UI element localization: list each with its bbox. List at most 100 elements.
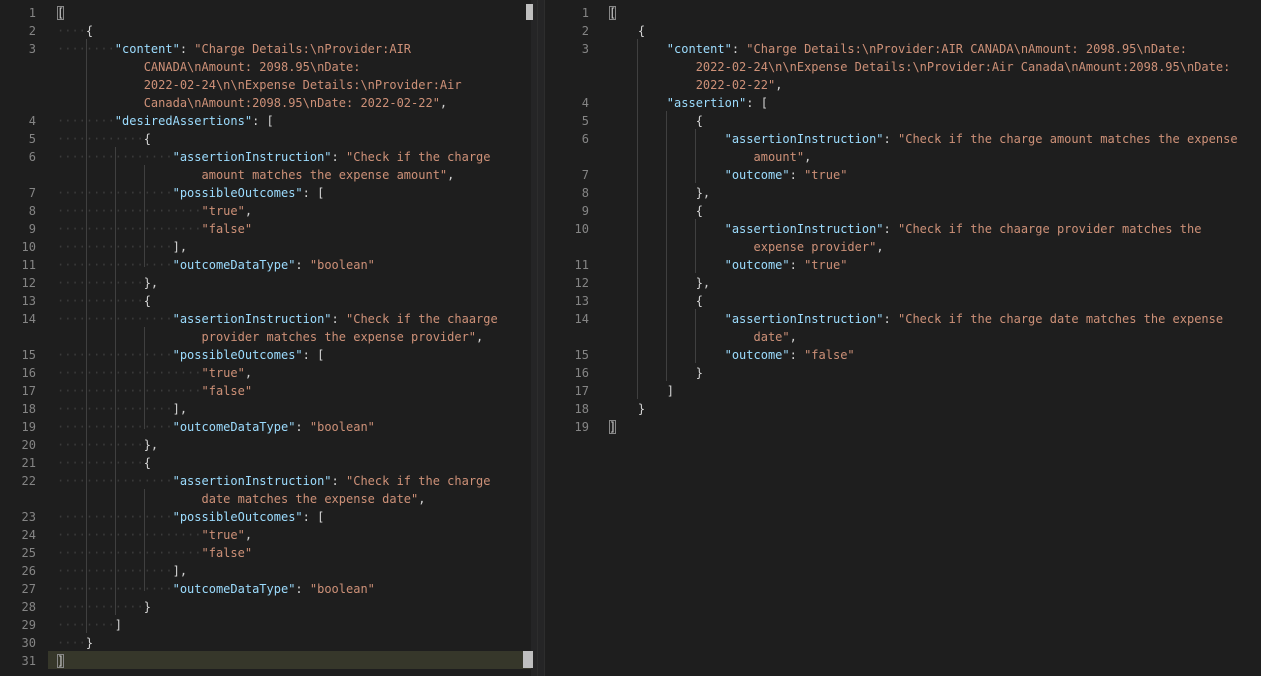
- line-content: ············},: [57, 436, 158, 454]
- line-content: date matches the expense date",: [57, 490, 426, 508]
- punctuation: ]: [114, 618, 123, 632]
- code-line[interactable]: 17 ]: [545, 382, 1261, 400]
- line-number: 5: [581, 114, 589, 128]
- pane-divider[interactable]: [537, 0, 545, 676]
- code-line[interactable]: 5 {: [545, 112, 1261, 130]
- json-string: 2022-02-24\n\nExpense Details:\nProvider…: [695, 60, 1231, 74]
- line-number: 4: [28, 114, 36, 128]
- code-line[interactable]: 7 "outcome": "true": [545, 166, 1261, 184]
- code-line[interactable]: 13 {: [545, 292, 1261, 310]
- code-line[interactable]: 26 ················],: [0, 562, 537, 580]
- punctuation: ,: [876, 240, 884, 254]
- line-content: {: [609, 292, 703, 310]
- code-line[interactable]: 12 ············},: [0, 274, 537, 292]
- json-key: "outcome": [724, 258, 790, 272]
- code-line[interactable]: 28 ············}: [0, 598, 537, 616]
- code-line[interactable]: 15 ················"possibleOutcomes": [: [0, 346, 537, 364]
- code-line[interactable]: 12 },: [545, 274, 1261, 292]
- whitespace: ················: [57, 402, 173, 416]
- bracket-match: ]: [609, 420, 617, 434]
- whitespace: ············: [57, 294, 144, 308]
- code-line[interactable]: 4 "assertion": [: [545, 94, 1261, 112]
- code-line[interactable]: 8 },: [545, 184, 1261, 202]
- code-line[interactable]: amount matches the expense amount",: [0, 166, 537, 184]
- punctuation: {: [695, 294, 703, 308]
- code-line[interactable]: date",: [545, 328, 1261, 346]
- code-line[interactable]: 27 ················"outcomeDataType": "bo…: [0, 580, 537, 598]
- code-line[interactable]: 30 ····}: [0, 634, 537, 652]
- code-line[interactable]: 20 ············},: [0, 436, 537, 454]
- code-line[interactable]: 24 ····················"true",: [0, 526, 537, 544]
- code-line[interactable]: CANADA\nAmount: 2098.95\nDate:: [0, 58, 537, 76]
- code-line[interactable]: 16 }: [545, 364, 1261, 382]
- punctuation: :: [295, 258, 310, 272]
- code-line[interactable]: 2022-02-24\n\nExpense Details:\nProvider…: [545, 58, 1261, 76]
- whitespace: ················: [57, 582, 173, 596]
- code-line[interactable]: 19 ················"outcomeDataType": "bo…: [0, 418, 537, 436]
- code-line[interactable]: 3 "content": "Charge Details:\nProvider:…: [545, 40, 1261, 58]
- code-line[interactable]: 11 ················"outcomeDataType": "bo…: [0, 256, 537, 274]
- code-line[interactable]: 17 ····················"false": [0, 382, 537, 400]
- line-number: 13: [21, 294, 36, 308]
- code-line[interactable]: 6 "assertionInstruction": "Check if the …: [545, 130, 1261, 148]
- code-line[interactable]: 10 "assertionInstruction": "Check if the…: [545, 220, 1261, 238]
- line-number: 8: [28, 204, 36, 218]
- whitespace: ················: [57, 564, 173, 578]
- code-line[interactable]: 2022-02-24\n\nExpense Details:\nProvider…: [0, 76, 537, 94]
- code-line[interactable]: 11 "outcome": "true": [545, 256, 1261, 274]
- json-key: "assertionInstruction": [172, 474, 332, 488]
- code-line[interactable]: 18 ················],: [0, 400, 537, 418]
- line-content: {: [609, 202, 703, 220]
- whitespace: ················: [57, 474, 173, 488]
- code-line[interactable]: 9 {: [545, 202, 1261, 220]
- code-line[interactable]: 14 "assertionInstruction": "Check if the…: [545, 310, 1261, 328]
- code-line[interactable]: 3 ········"content": "Charge Details:\nPr…: [0, 40, 537, 58]
- code-line[interactable]: 19]: [545, 418, 1261, 436]
- code-line[interactable]: 13 ············{: [0, 292, 537, 310]
- json-string: provider matches the expense provider": [201, 330, 477, 344]
- code-line[interactable]: Canada\nAmount:2098.95\nDate: 2022-02-22…: [0, 94, 537, 112]
- code-line[interactable]: 25 ····················"false": [0, 544, 537, 562]
- code-line[interactable]: expense provider",: [545, 238, 1261, 256]
- code-line[interactable]: 14 ················"assertionInstruction"…: [0, 310, 537, 328]
- code-line[interactable]: 6 ················"assertionInstruction":…: [0, 148, 537, 166]
- code-line[interactable]: 1[: [0, 4, 537, 22]
- code-line[interactable]: 29 ········]: [0, 616, 537, 634]
- code-line[interactable]: 22 ················"assertionInstruction"…: [0, 472, 537, 490]
- code-line[interactable]: amount",: [545, 148, 1261, 166]
- code-line[interactable]: 16 ····················"true",: [0, 364, 537, 382]
- code-line[interactable]: 2022-02-22",: [545, 76, 1261, 94]
- code-line[interactable]: 23 ················"possibleOutcomes": [: [0, 508, 537, 526]
- code-line[interactable]: provider matches the expense provider",: [0, 328, 537, 346]
- code-line[interactable]: 18 }: [545, 400, 1261, 418]
- line-content: Canada\nAmount:2098.95\nDate: 2022-02-22…: [57, 94, 447, 112]
- code-line[interactable]: 10 ················],: [0, 238, 537, 256]
- line-number: 3: [581, 42, 589, 56]
- code-line[interactable]: 2 ····{: [0, 22, 537, 40]
- code-line[interactable]: date matches the expense date",: [0, 490, 537, 508]
- code-line[interactable]: 15 "outcome": "false": [545, 346, 1261, 364]
- right-editor-pane[interactable]: 1[2 {3 "content": "Charge Details:\nProv…: [545, 0, 1261, 676]
- json-string: "Check if the charge date matches the ex…: [898, 312, 1224, 326]
- bracket-match: ]: [57, 654, 65, 668]
- code-line[interactable]: 31]: [0, 652, 537, 670]
- left-editor-pane[interactable]: 1[2 ····{3 ········"content": "Charge Deta…: [0, 0, 537, 676]
- code-line[interactable]: 1[: [545, 4, 1261, 22]
- code-line[interactable]: 2 {: [545, 22, 1261, 40]
- code-line[interactable]: 4 ········"desiredAssertions": [: [0, 112, 537, 130]
- code-line[interactable]: 7 ················"possibleOutcomes": [: [0, 184, 537, 202]
- code-line[interactable]: 5 ············{: [0, 130, 537, 148]
- line-content: ····················"false": [57, 220, 252, 238]
- code-line[interactable]: 8 ····················"true",: [0, 202, 537, 220]
- whitespace: ····: [57, 24, 86, 38]
- code-line[interactable]: 21 ············{: [0, 454, 537, 472]
- code-line[interactable]: 9 ····················"false": [0, 220, 537, 238]
- json-key: "assertionInstruction": [172, 312, 332, 326]
